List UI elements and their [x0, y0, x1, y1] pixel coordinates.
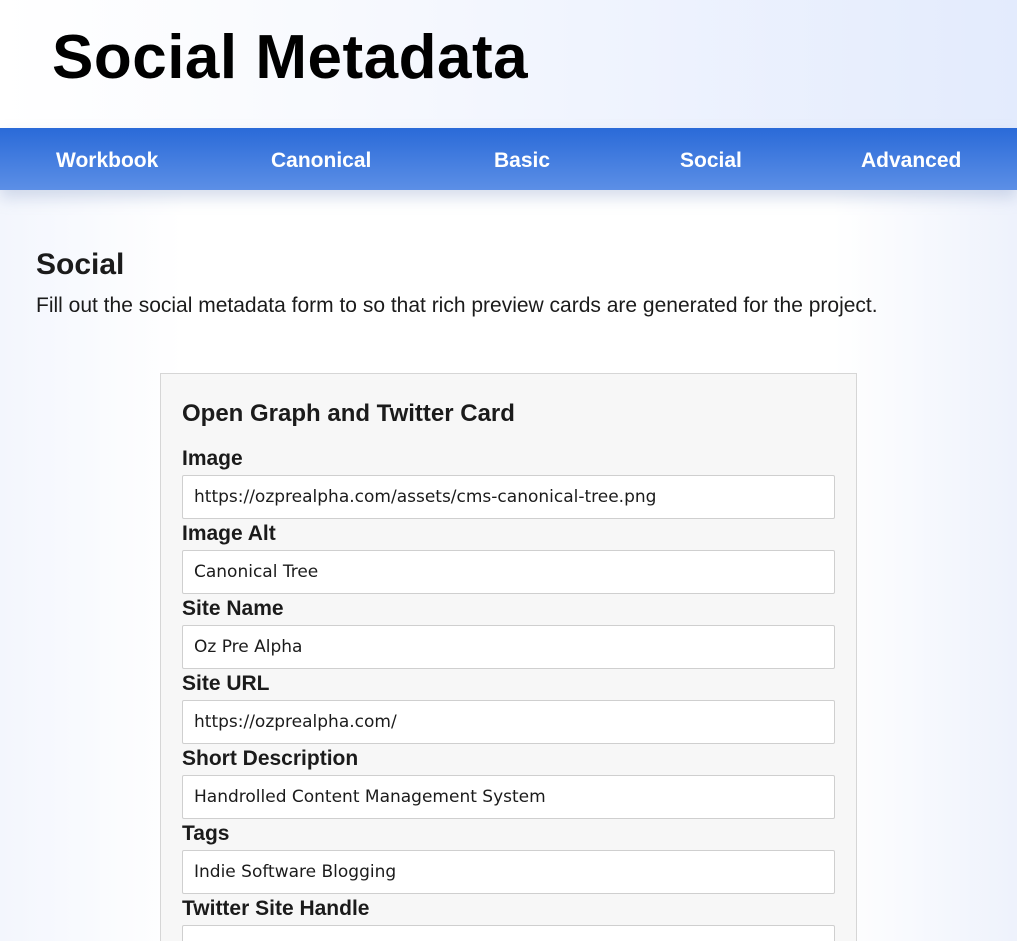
image-alt-label: Image Alt — [182, 522, 276, 545]
main-nav: Workbook Canonical Basic Social Advanced — [0, 128, 1017, 190]
form-title: Open Graph and Twitter Card — [182, 400, 515, 427]
image-field: Image — [182, 446, 835, 519]
nav-item-social[interactable]: Social — [680, 128, 742, 190]
image-alt-field: Image Alt — [182, 521, 835, 594]
twitter-site-handle-input[interactable] — [182, 925, 835, 941]
site-name-field: Site Name — [182, 596, 835, 669]
site-title: Social Metadata — [52, 23, 529, 92]
tags-field: Tags — [182, 821, 835, 894]
twitter-site-handle-field: Twitter Site Handle — [182, 896, 835, 941]
short-description-field: Short Description — [182, 746, 835, 819]
site-name-input[interactable] — [182, 625, 835, 669]
image-label: Image — [182, 447, 243, 470]
page-description: Fill out the social metadata form to so … — [36, 294, 878, 317]
site-name-label: Site Name — [182, 597, 284, 620]
tags-input[interactable] — [182, 850, 835, 894]
tags-label: Tags — [182, 822, 230, 845]
site-url-field: Site URL — [182, 671, 835, 744]
page-heading: Social — [36, 248, 125, 281]
nav-item-canonical[interactable]: Canonical — [271, 128, 371, 190]
short-description-label: Short Description — [182, 747, 359, 770]
image-alt-input[interactable] — [182, 550, 835, 594]
social-metadata-form: Open Graph and Twitter Card Image Image … — [160, 373, 857, 941]
short-description-input[interactable] — [182, 775, 835, 819]
site-url-input[interactable] — [182, 700, 835, 744]
nav-item-basic[interactable]: Basic — [494, 128, 550, 190]
nav-item-advanced[interactable]: Advanced — [861, 128, 961, 190]
twitter-site-handle-label: Twitter Site Handle — [182, 897, 370, 920]
nav-item-workbook[interactable]: Workbook — [56, 128, 158, 190]
site-header: Social Metadata — [0, 0, 1017, 128]
image-input[interactable] — [182, 475, 835, 519]
site-url-label: Site URL — [182, 672, 270, 695]
